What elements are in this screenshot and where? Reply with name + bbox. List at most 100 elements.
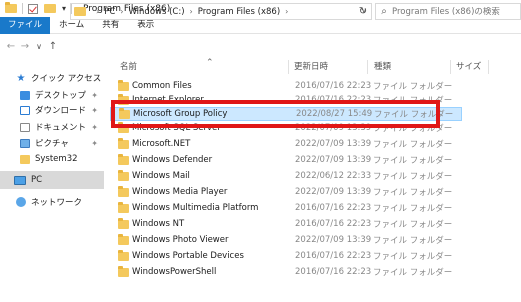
column-header-name[interactable]: 名前 xyxy=(120,60,137,72)
sidebar-item-quick-access[interactable]: ★ クイック アクセス xyxy=(0,69,104,87)
divider xyxy=(22,3,23,14)
chevron-right-icon[interactable]: › xyxy=(285,7,288,16)
sidebar-item-pc[interactable]: PC xyxy=(0,171,104,189)
download-icon xyxy=(20,105,30,115)
folder-icon xyxy=(74,7,86,16)
list-item[interactable]: Windows Multimedia Platform 2016/07/16 2… xyxy=(110,201,465,215)
breadcrumb-pc[interactable]: PC xyxy=(104,7,115,17)
divider[interactable] xyxy=(488,60,489,74)
address-bar[interactable]: › PC › Windows (C:) › Program Files (x86… xyxy=(70,3,372,20)
folder-icon xyxy=(118,169,129,181)
sidebar-item-label: ネットワーク xyxy=(31,198,83,208)
divider[interactable] xyxy=(367,60,368,74)
file-date: 2016/07/16 22:23 xyxy=(295,81,372,91)
chevron-right-icon[interactable]: › xyxy=(96,7,99,16)
breadcrumb-folder[interactable]: Program Files (x86) xyxy=(198,7,280,17)
folder-icon xyxy=(5,1,17,14)
file-type: ファイル フォルダー xyxy=(373,236,453,246)
pin-icon[interactable]: ✦ xyxy=(91,139,98,148)
file-type: ファイル フォルダー xyxy=(373,204,453,214)
file-list: ⌃ 名前 更新日時 種類 サイズ Common Files 2016/07/16… xyxy=(110,57,521,302)
folder-icon xyxy=(118,249,129,261)
file-date: 2022/07/09 13:39 xyxy=(295,139,372,149)
up-arrow-icon[interactable]: ↑ xyxy=(46,41,60,52)
file-name: Microsoft.NET xyxy=(132,139,191,149)
column-header-date[interactable]: 更新日時 xyxy=(294,60,328,72)
sidebar-item-label: デスクトップ xyxy=(35,91,87,101)
back-arrow-icon[interactable]: ← xyxy=(4,41,18,52)
file-date: 2016/07/16 22:23 xyxy=(295,219,372,229)
list-item[interactable]: WindowsPowerShell 2016/07/16 22:23 ファイル … xyxy=(110,265,465,279)
folder-icon xyxy=(118,153,129,165)
folder-icon xyxy=(118,137,129,149)
file-name: Windows Portable Devices xyxy=(132,251,244,261)
file-name: Windows NT xyxy=(132,219,185,229)
file-name: Common Files xyxy=(132,81,192,91)
pc-icon xyxy=(14,175,26,185)
file-type: ファイル フォルダー xyxy=(373,82,453,92)
list-item[interactable]: Windows Photo Viewer 2022/07/09 13:39 ファ… xyxy=(110,233,465,247)
search-icon: ⌕ xyxy=(381,6,387,17)
star-icon: ★ xyxy=(16,72,26,84)
folder-icon xyxy=(20,154,30,164)
new-folder-icon[interactable] xyxy=(44,4,56,13)
file-type: ファイル フォルダー xyxy=(373,140,453,150)
file-name: Windows Defender xyxy=(132,155,213,165)
folder-icon xyxy=(118,201,129,213)
sidebar-item-network[interactable]: ネットワーク xyxy=(0,193,104,211)
file-type: ファイル フォルダー xyxy=(373,156,453,166)
navigation-pane: ★ クイック アクセス デスクトップ ✦ ダウンロード ✦ ドキュメント ✦ ピ… xyxy=(0,57,104,302)
chevron-right-icon[interactable]: › xyxy=(190,7,193,16)
file-date: 2016/07/16 22:23 xyxy=(295,251,372,261)
file-type: ファイル フォルダー xyxy=(373,172,453,182)
sidebar-item-system32[interactable]: System32 xyxy=(0,150,104,168)
file-type: ファイル フォルダー xyxy=(373,268,453,278)
sidebar-item-label: クイック アクセス xyxy=(31,74,102,84)
pin-icon[interactable]: ✦ xyxy=(91,123,98,132)
recent-locations-chevron-icon[interactable]: ∨ xyxy=(32,42,46,51)
folder-icon xyxy=(118,79,129,91)
network-icon xyxy=(16,197,26,207)
divider[interactable] xyxy=(450,60,451,74)
folder-icon xyxy=(118,265,129,277)
column-header: 名前 更新日時 種類 サイズ xyxy=(110,60,521,74)
file-name: Windows Multimedia Platform xyxy=(132,203,259,213)
sidebar-item-label: System32 xyxy=(35,154,78,164)
refresh-icon[interactable]: ↻ xyxy=(355,3,371,20)
customize-toolbar-dropdown-icon[interactable]: ▾ xyxy=(62,4,66,13)
file-date: 2016/07/16 22:23 xyxy=(295,203,372,213)
file-type: ファイル フォルダー xyxy=(373,220,453,230)
folder-icon xyxy=(118,233,129,245)
file-date: 2022/07/09 13:39 xyxy=(295,187,372,197)
sidebar-item-label: ダウンロード xyxy=(35,106,87,116)
list-item[interactable]: Windows Mail 2022/06/12 22:33 ファイル フォルダー xyxy=(110,169,465,183)
list-item[interactable]: Windows Media Player 2022/07/09 13:39 ファ… xyxy=(110,185,465,199)
file-date: 2016/07/16 22:23 xyxy=(295,267,372,277)
pin-icon[interactable]: ✦ xyxy=(91,106,98,115)
tab-file[interactable]: ファイル xyxy=(0,17,51,34)
list-item[interactable]: Common Files 2016/07/16 22:23 ファイル フォルダー xyxy=(110,79,465,93)
properties-icon[interactable] xyxy=(28,3,38,14)
list-item[interactable]: Windows NT 2016/07/16 22:23 ファイル フォルダー xyxy=(110,217,465,231)
breadcrumb-drive[interactable]: Windows (C:) xyxy=(128,7,184,17)
desktop-icon xyxy=(20,90,30,100)
folder-icon xyxy=(118,217,129,229)
column-header-type[interactable]: 種類 xyxy=(374,60,391,72)
file-date: 2022/06/12 22:33 xyxy=(295,171,372,181)
file-type: ファイル フォルダー xyxy=(373,252,453,262)
search-box[interactable]: ⌕ xyxy=(375,3,521,20)
list-item[interactable]: Windows Portable Devices 2016/07/16 22:2… xyxy=(110,249,465,263)
column-header-size[interactable]: サイズ xyxy=(456,60,481,72)
file-name: Windows Media Player xyxy=(132,187,228,197)
forward-arrow-icon[interactable]: → xyxy=(18,41,32,52)
file-date: 2022/07/09 13:39 xyxy=(295,235,372,245)
document-icon xyxy=(20,122,30,132)
search-input[interactable] xyxy=(392,6,517,17)
divider[interactable] xyxy=(288,60,289,74)
list-item[interactable]: Microsoft.NET 2022/07/09 13:39 ファイル フォルダ… xyxy=(110,137,465,151)
list-item[interactable]: Windows Defender 2022/07/09 13:39 ファイル フ… xyxy=(110,153,465,167)
chevron-right-icon[interactable]: › xyxy=(120,7,123,16)
folder-icon xyxy=(118,185,129,197)
pin-icon[interactable]: ✦ xyxy=(91,91,98,100)
sidebar-item-downloads[interactable]: ダウンロード ✦ xyxy=(0,101,104,119)
